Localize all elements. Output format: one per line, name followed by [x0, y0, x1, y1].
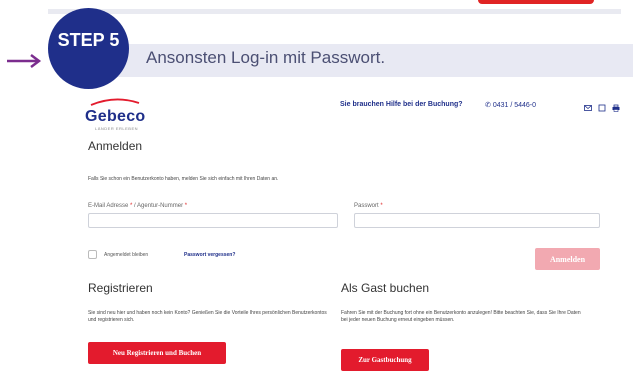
phone-icon: ✆	[485, 102, 493, 109]
mail-icon[interactable]	[584, 99, 592, 111]
password-field[interactable]	[354, 213, 600, 228]
password-label: Passwort *	[354, 203, 383, 209]
guest-text: Fahren Sie mit der Buchung fort ohne ein…	[341, 310, 581, 323]
bookmark-icon[interactable]	[598, 99, 606, 112]
remember-label: Angemeldet bleiben	[104, 252, 149, 258]
register-text: Sie sind neu hier und haben noch kein Ko…	[88, 310, 327, 323]
print-icon[interactable]	[612, 99, 620, 112]
top-red-button-edge	[478, 0, 594, 4]
agency-required-star: *	[184, 203, 188, 209]
forgot-password-link[interactable]: Passwort vergessen?	[184, 252, 235, 258]
email-label: E-Mail Adresse * / Agentur-Nummer *	[88, 203, 187, 209]
logo-name: Gebeco	[85, 108, 146, 125]
login-title: Anmelden	[88, 139, 143, 153]
gebeco-logo[interactable]: Gebeco LÄNDER ERLEBEN	[85, 93, 145, 131]
password-label-text: Passwort	[354, 203, 379, 209]
step-badge: STEP 5	[48, 8, 129, 89]
register-button[interactable]: Neu Registrieren und Buchen	[88, 342, 226, 364]
remember-checkbox[interactable]	[88, 250, 97, 259]
guest-title: Als Gast buchen	[341, 281, 430, 295]
logo-swoosh-icon	[90, 98, 140, 106]
arrow-right-icon	[7, 54, 42, 68]
login-button[interactable]: Anmelden	[535, 248, 600, 270]
step-text: Ansonsten Log-in mit Passwort.	[146, 48, 386, 67]
register-title: Registrieren	[88, 281, 153, 295]
guest-button[interactable]: Zur Gastbuchung	[341, 349, 429, 371]
phone-value: 0431 / 5446-0	[492, 102, 537, 109]
email-label-rest: / Agentur-Nummer	[134, 203, 184, 209]
logo-tagline: LÄNDER ERLEBEN	[95, 126, 139, 131]
email-label-text: E-Mail Adresse	[88, 203, 129, 209]
login-info: Falls Sie schon ein Benutzerkonto haben,…	[88, 176, 279, 182]
password-required-star: *	[380, 203, 383, 209]
phone-number[interactable]: ✆ 0431 / 5446-0	[485, 101, 536, 109]
header-icons	[584, 99, 620, 112]
email-required-star: *	[130, 203, 133, 209]
help-text: Sie brauchen Hilfe bei der Buchung?	[340, 101, 463, 108]
email-field[interactable]	[88, 213, 338, 228]
